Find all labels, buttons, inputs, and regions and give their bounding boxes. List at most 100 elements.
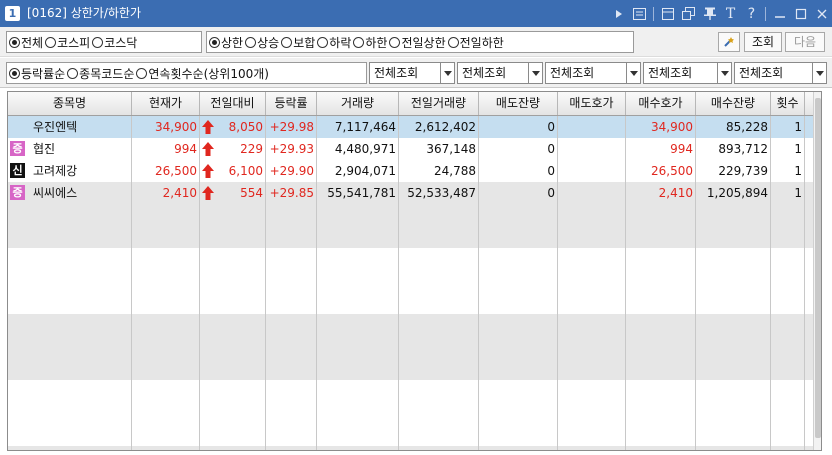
scrollbar-thumb[interactable] (815, 98, 821, 438)
column-header-ask-price[interactable]: 매도호가 (558, 92, 626, 115)
chevron-down-icon (528, 63, 542, 83)
up-arrow-icon (202, 186, 214, 203)
dropdown-filter-3[interactable]: 전체조회 (545, 62, 641, 84)
cell-bid-price: 34,900 (651, 120, 693, 134)
column-header-count[interactable]: 횟수 (771, 92, 805, 115)
table-row[interactable]: 씨씨에스 2,410 554 +29.85 55,541,781 52,533,487 0 2… (8, 182, 813, 204)
column-header-price[interactable]: 현재가 (132, 92, 200, 115)
dropdown-value: 전체조회 (648, 66, 693, 80)
radio-limit-prev-lower[interactable]: 전일하한 (447, 32, 504, 52)
column-header-bid-price[interactable]: 매수호가 (626, 92, 696, 115)
cell-ask-price (558, 160, 626, 182)
window-title: [0162] 상한가/하한가 (27, 6, 142, 20)
cell-ask-price (558, 116, 626, 138)
radio-label: 전일하한 (459, 35, 504, 50)
column-divider (695, 116, 696, 450)
column-header-volume[interactable]: 거래량 (317, 92, 399, 115)
close-icon[interactable] (811, 0, 832, 27)
radio-sort-rate[interactable]: 등락률순 (9, 63, 65, 83)
market-filter-group: 전체 코스피 코스닥 (6, 31, 202, 53)
radio-label: 하한 (365, 35, 388, 50)
play-icon[interactable] (608, 0, 629, 27)
radio-market-all[interactable]: 전체 (9, 32, 43, 52)
font-size-icon[interactable]: T (720, 0, 741, 27)
column-header-change[interactable]: 전일대비 (200, 92, 266, 115)
cell-rate: +29.93 (269, 142, 314, 156)
dropdown-value: 전체조회 (374, 66, 419, 80)
popout-icon[interactable] (678, 0, 699, 27)
filter-toolbar: 전체 코스피 코스닥 상한 상승 보합 하락 하한 전일상한 전일하한 조회 다… (0, 27, 832, 57)
sort-toolbar: 등락률순 종목코드순 연속횟수순(상위100개) 전체조회 전체조회 전체조회 … (0, 58, 832, 88)
column-divider (316, 116, 317, 450)
table-row[interactable]: 고려제강 26,500 6,100 +29.90 2,904,071 24,788 0 26,… (8, 160, 813, 182)
chevron-down-icon (812, 63, 826, 83)
cell-count: 1 (794, 142, 802, 156)
radio-sort-code[interactable]: 종목코드순 (67, 63, 134, 83)
cell-rate: +29.98 (269, 120, 314, 134)
radio-dot (45, 36, 57, 48)
table-row[interactable]: 우진엔텍 34,900 8,050 +29.98 7,117,464 2,612,402 0… (8, 116, 813, 138)
radio-label: 전일상한 (401, 35, 446, 50)
stock-status-badge: 증 (10, 141, 25, 156)
cell-volume: 55,541,781 (327, 186, 396, 200)
minimize-icon[interactable] (769, 0, 790, 27)
settings-button[interactable] (718, 32, 740, 52)
dropdown-filter-1[interactable]: 전체조회 (369, 62, 455, 84)
column-divider (265, 116, 266, 450)
column-header-ask-qty[interactable]: 매도잔량 (479, 92, 558, 115)
radio-limit-upper[interactable]: 상한 (209, 32, 243, 52)
radio-label: 상승 (257, 35, 280, 50)
cell-name: 씨씨에스 (33, 186, 78, 200)
radio-dot (9, 36, 20, 48)
radio-label: 코스피 (57, 35, 91, 50)
help-icon[interactable]: ? (741, 0, 762, 27)
cell-prev-volume: 367,148 (426, 142, 476, 156)
radio-sort-streak[interactable]: 연속횟수순(상위100개) (136, 63, 269, 83)
cell-bid-qty: 1,205,894 (706, 186, 768, 200)
cell-bid-price: 994 (670, 142, 693, 156)
column-header-rate[interactable]: 등락률 (266, 92, 317, 115)
column-divider (478, 116, 479, 450)
dropdown-filter-5[interactable]: 전체조회 (734, 62, 827, 84)
next-button[interactable]: 다음 (785, 32, 825, 52)
cell-bid-qty: 85,228 (726, 120, 768, 134)
vertical-scrollbar[interactable] (813, 92, 821, 450)
chevron-down-icon (440, 63, 454, 83)
cell-count: 1 (794, 120, 802, 134)
wand-icon (724, 37, 734, 47)
cell-ask-qty: 0 (547, 142, 555, 156)
radio-limit-rise[interactable]: 상승 (245, 32, 279, 52)
column-divider (770, 116, 771, 450)
dropdown-filter-2[interactable]: 전체조회 (457, 62, 543, 84)
cell-price: 2,410 (162, 186, 197, 200)
column-header-name[interactable]: 종목명 (8, 92, 132, 115)
maximize-icon[interactable] (790, 0, 811, 27)
window-icon[interactable] (657, 0, 678, 27)
column-divider (398, 116, 399, 450)
dropdown-filter-4[interactable]: 전체조회 (643, 62, 732, 84)
up-arrow-icon (202, 120, 214, 137)
cell-price: 994 (174, 142, 197, 156)
cell-volume: 2,904,071 (334, 164, 396, 178)
radio-market-kosdaq[interactable]: 코스닥 (92, 32, 137, 52)
cell-prev-volume: 2,612,402 (414, 120, 476, 134)
radio-limit-flat[interactable]: 보합 (281, 32, 315, 52)
search-button[interactable]: 조회 (744, 32, 782, 52)
radio-limit-prev-upper[interactable]: 전일상한 (389, 32, 446, 52)
sort-filter-group: 등락률순 종목코드순 연속횟수순(상위100개) (6, 62, 367, 84)
radio-market-kospi[interactable]: 코스피 (45, 32, 90, 52)
column-header-prev-volume[interactable]: 전일거래량 (399, 92, 479, 115)
cell-rate: +29.90 (269, 164, 314, 178)
memo-icon[interactable] (629, 0, 650, 27)
table-row[interactable]: 협진 994 229 +29.93 4,480,971 367,148 0 994 893,71… (8, 138, 813, 160)
radio-dot (245, 36, 257, 48)
cell-ask-price (558, 138, 626, 160)
radio-limit-lower[interactable]: 하한 (353, 32, 387, 52)
cell-count: 1 (794, 164, 802, 178)
column-header-bid-qty[interactable]: 매수잔량 (696, 92, 771, 115)
cell-ask-qty: 0 (547, 186, 555, 200)
stock-status-badge: 신 (10, 163, 25, 178)
radio-limit-fall[interactable]: 하락 (317, 32, 351, 52)
pin-icon[interactable] (699, 0, 720, 27)
column-divider (804, 116, 805, 450)
